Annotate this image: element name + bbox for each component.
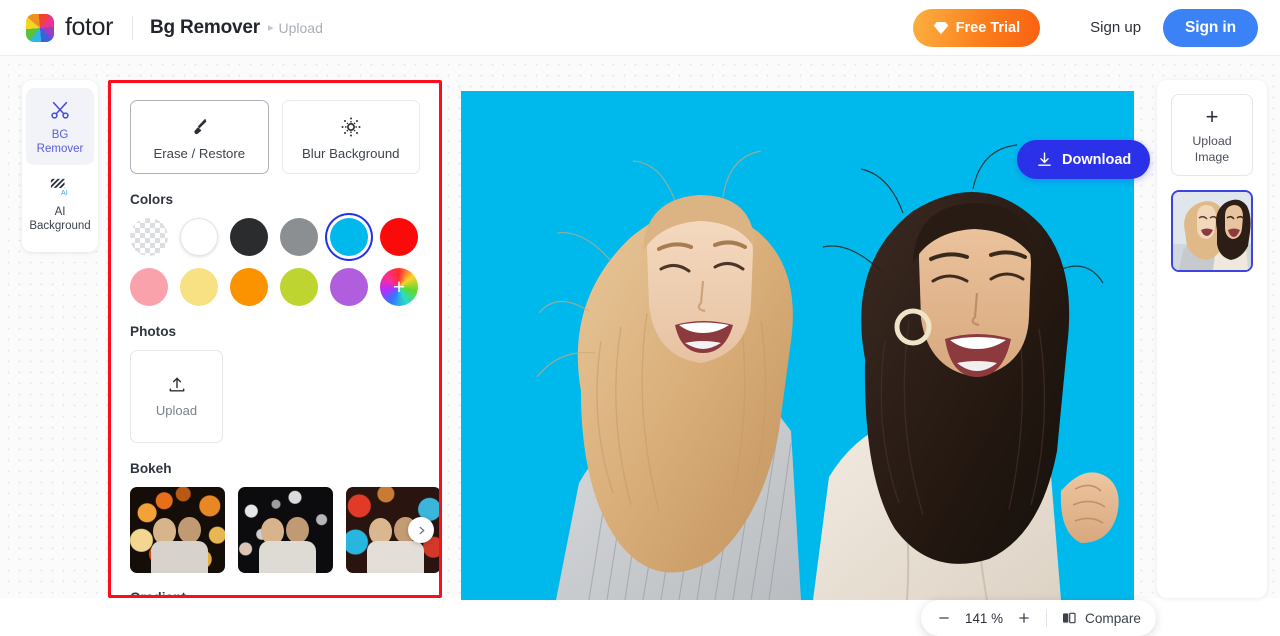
plus-icon: + [1206,106,1219,128]
sign-in-button[interactable]: Sign in [1163,9,1258,47]
logo-text: fotor [65,13,113,42]
bokeh-item-white-hearts[interactable] [238,487,333,573]
sign-up-link[interactable]: Sign up [1090,19,1141,36]
free-trial-button[interactable]: Free Trial [913,9,1040,47]
upload-image-label: Upload Image [1192,133,1231,165]
erase-restore-button[interactable]: Erase / Restore [130,100,269,174]
photos-upload-button[interactable]: Upload [130,350,223,443]
blur-background-button[interactable]: Blur Background [282,100,421,174]
zoom-toolbar-divider [1046,610,1047,627]
plus-icon: + [393,277,405,298]
svg-text:AI: AI [61,188,68,197]
breadcrumb-current: Upload [279,20,323,36]
swatch-red[interactable] [380,218,418,256]
app-header: fotor Bg Remover ▸ Upload Free Trial Sig… [0,0,1280,56]
sidebar-item-ai-background[interactable]: AI AI Background [26,165,94,242]
fotor-color-wheel-logo [26,14,54,42]
tool-rail: BG Remover AI AI Background [22,80,98,252]
download-label: Download [1062,152,1131,168]
bokeh-next-button[interactable] [408,517,434,543]
minus-icon [937,611,951,625]
gradient-section-title: Gradient [130,590,420,595]
bg-tool-panel: Erase / Restore [111,83,439,595]
header-divider [132,16,133,40]
header-actions: Free Trial Sign up Sign in [913,9,1258,47]
blur-dots-icon [339,114,363,140]
compare-label: Compare [1085,611,1141,626]
page-title: Bg Remover [150,17,260,39]
swatch-yellow-green[interactable] [280,268,318,306]
bokeh-preview-people [259,506,316,573]
ai-pattern-icon: AI [28,175,92,199]
sidebar-item-bg-remover[interactable]: BG Remover [26,88,94,165]
zoom-in-button[interactable] [1016,610,1032,626]
colors-section-title: Colors [130,192,420,207]
zoom-toolbar: 141 % Compare [921,600,1156,636]
tool-buttons-row: Erase / Restore [130,100,420,174]
erase-restore-label: Erase / Restore [153,146,245,161]
diamond-icon [933,21,949,35]
swatch-gray[interactable] [280,218,318,256]
color-swatch-grid: + [130,218,420,306]
compare-icon [1061,610,1077,626]
free-trial-label: Free Trial [956,20,1020,36]
download-arrow-icon [1036,151,1053,168]
swatch-pink[interactable] [130,268,168,306]
bokeh-thumbnails [130,487,420,573]
bokeh-preview-people [151,506,208,573]
breadcrumb-separator-icon: ▸ [268,21,274,34]
chevron-right-icon [416,525,427,536]
swatch-white[interactable] [180,218,218,256]
swatch-purple[interactable] [330,268,368,306]
zoom-out-button[interactable] [936,610,952,626]
swatch-color-picker[interactable]: + [380,268,418,306]
photos-upload-label: Upload [156,403,197,418]
sidebar-item-bg-remover-label: BG Remover [28,128,92,156]
plus-icon [1017,611,1031,625]
swatch-black[interactable] [230,218,268,256]
scissors-icon [28,98,92,122]
brand-logo[interactable]: fotor [26,13,113,42]
swatch-light-yellow[interactable] [180,268,218,306]
upload-arrow-icon [167,375,187,395]
image-list-panel: + Upload Image [1157,80,1267,598]
brush-icon [188,114,210,140]
download-button[interactable]: Download [1017,140,1150,179]
swatch-transparent[interactable] [130,218,168,256]
compare-button[interactable]: Compare [1061,610,1141,626]
upload-image-button[interactable]: + Upload Image [1171,94,1253,176]
sidebar-item-ai-background-label: AI Background [28,205,92,233]
image-thumbnail-selected[interactable] [1171,190,1253,272]
photos-section-title: Photos [130,324,420,339]
bokeh-section-title: Bokeh [130,461,420,476]
blur-background-label: Blur Background [302,146,400,161]
swatch-cyan[interactable] [330,218,368,256]
swatch-orange[interactable] [230,268,268,306]
zoom-level-value: 141 % [963,611,1005,626]
workspace: BG Remover AI AI Background [0,56,1280,598]
bokeh-item-orange-lights[interactable] [130,487,225,573]
